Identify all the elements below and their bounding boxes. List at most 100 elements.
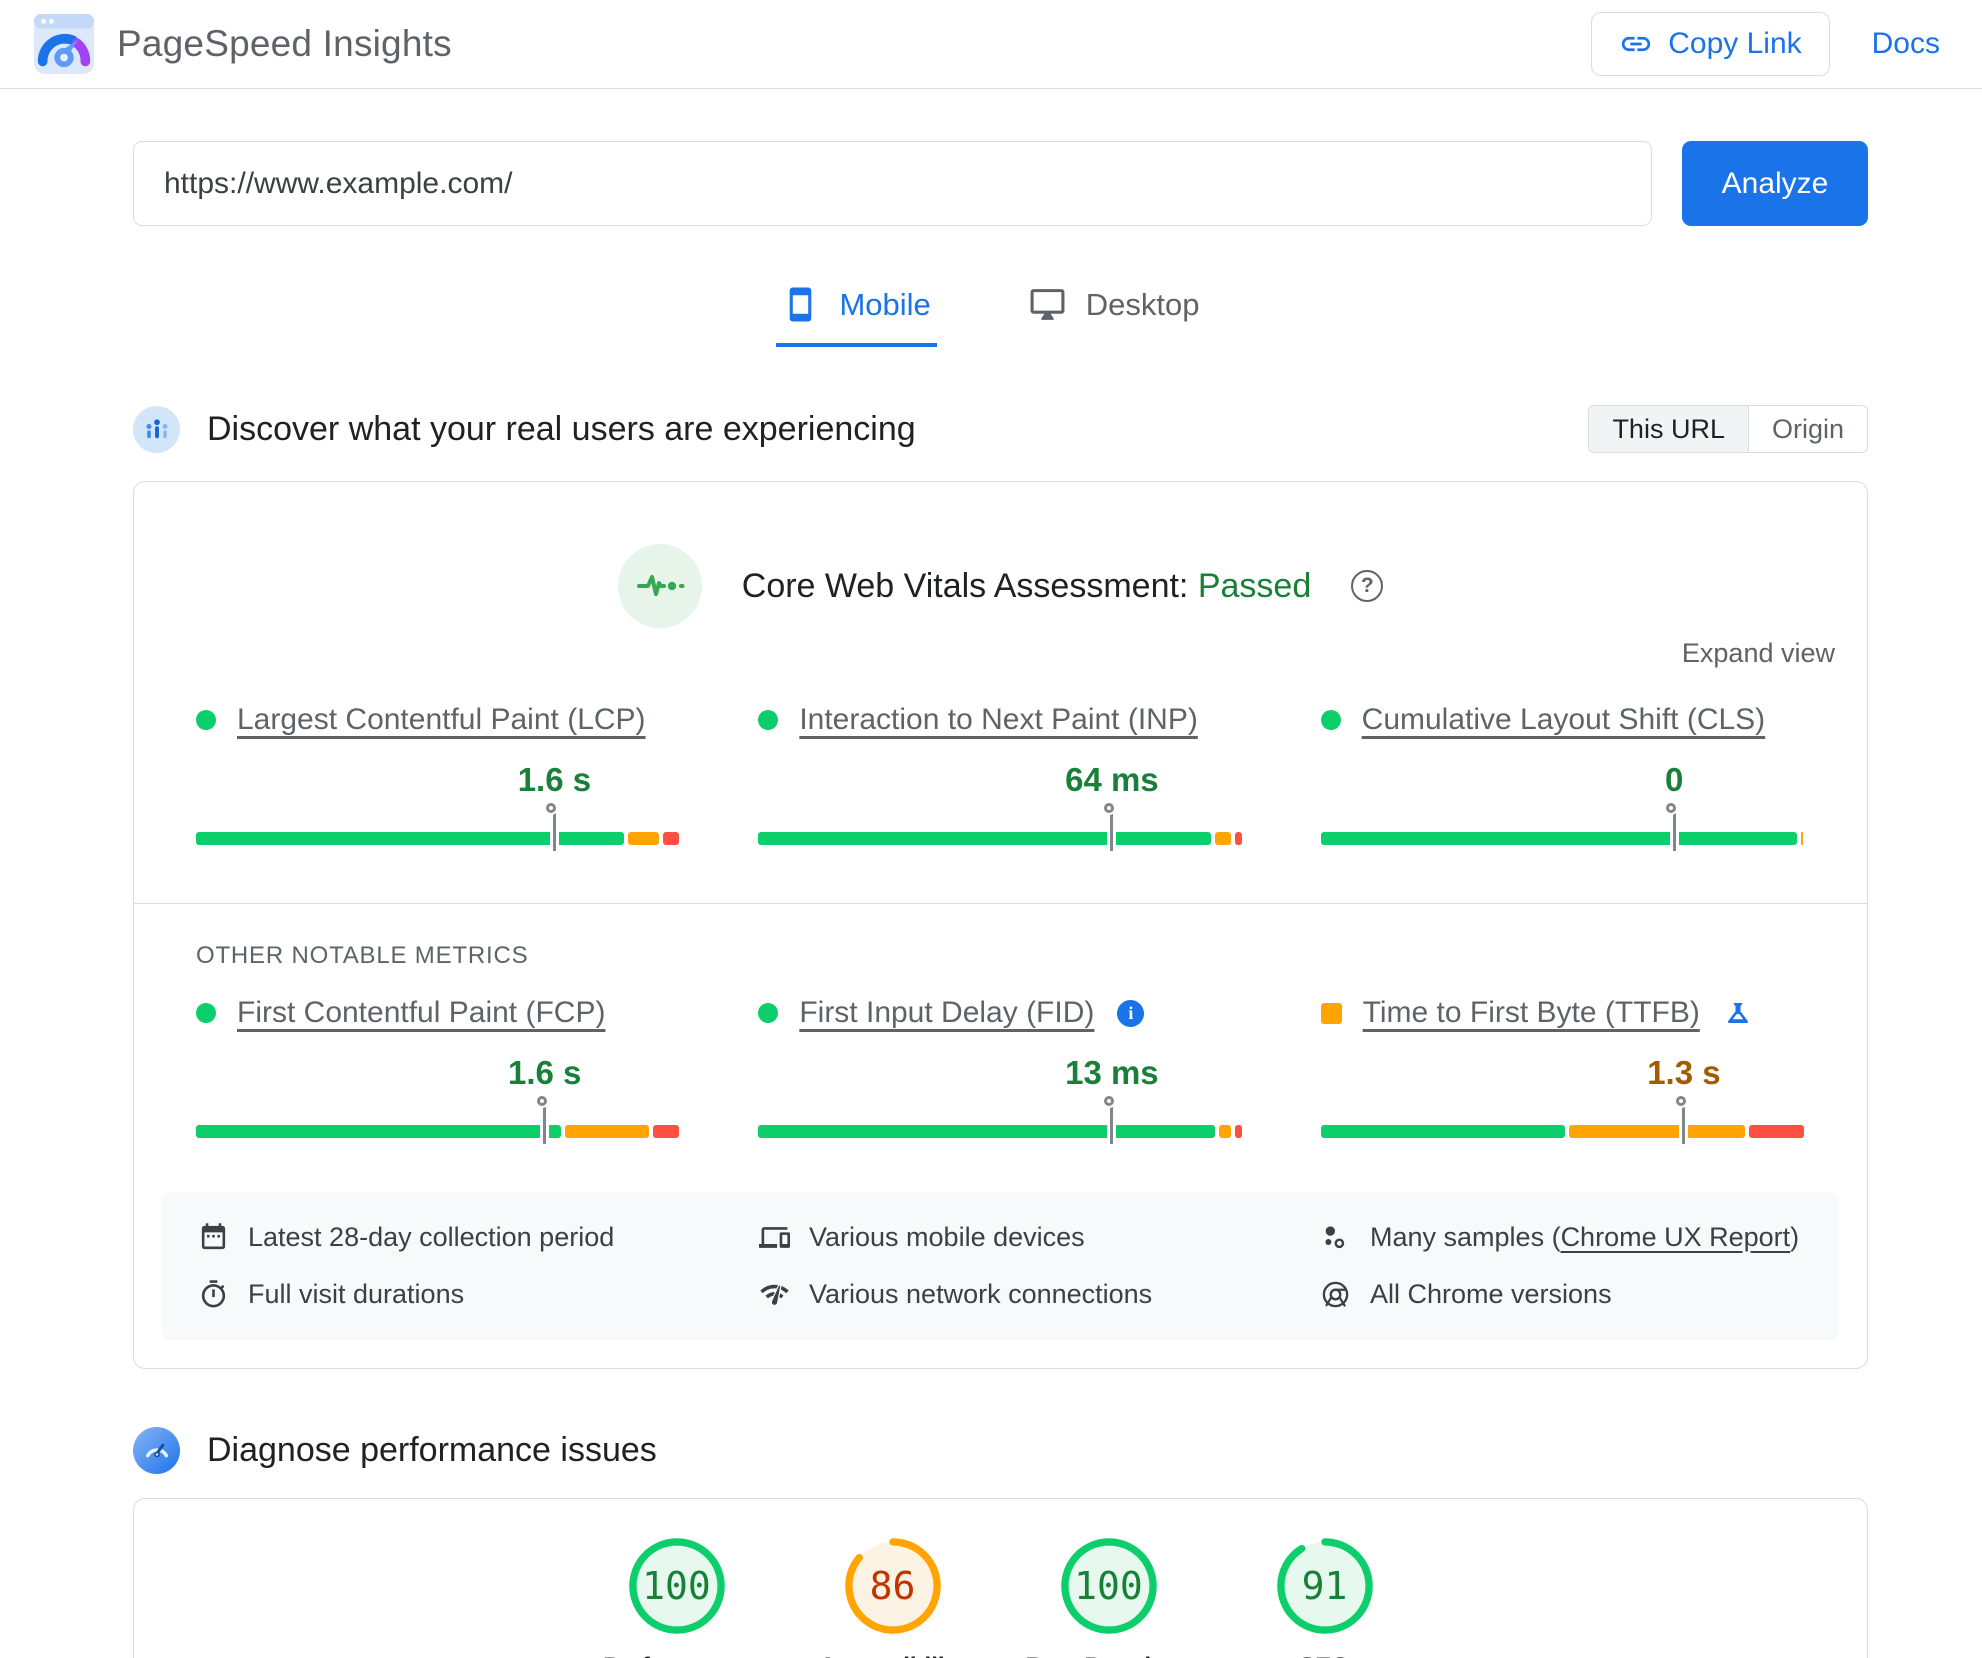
bar-segment-poor bbox=[1234, 832, 1242, 845]
scope-origin-button[interactable]: Origin bbox=[1748, 406, 1867, 452]
green-dot-bullet bbox=[758, 710, 779, 730]
metric-cls-p75-value: 0 bbox=[1665, 761, 1684, 798]
score-value: 100 bbox=[642, 1564, 711, 1608]
real-users-icon bbox=[133, 405, 180, 453]
score-gauge: 100 bbox=[628, 1537, 726, 1635]
metric-lcp-header: Largest Contentful Paint (LCP) bbox=[196, 703, 680, 737]
score-category-label: Performance bbox=[603, 1653, 750, 1658]
marker-stem bbox=[552, 811, 556, 851]
metric-fcp-header: First Contentful Paint (FCP) bbox=[196, 996, 680, 1030]
bar-segment-needs_improvement bbox=[1568, 1125, 1745, 1138]
collection-info-item: Various network connections bbox=[759, 1279, 1242, 1310]
cwv-assessment-result: Passed bbox=[1197, 566, 1312, 605]
metric-inp-p75-value: 64 ms bbox=[1065, 761, 1159, 798]
marker-knob bbox=[1103, 803, 1114, 813]
metric-cls-distribution: 0 bbox=[1320, 737, 1805, 855]
bar-segment-poor bbox=[662, 832, 680, 845]
bar-segment-good bbox=[1320, 1125, 1565, 1138]
metric-inp-bar bbox=[758, 832, 1242, 845]
metric-lcp-link[interactable]: Largest Contentful Paint (LCP) bbox=[237, 703, 646, 737]
tab-desktop-label: Desktop bbox=[1085, 286, 1200, 322]
metric-fcp-link[interactable]: First Contentful Paint (FCP) bbox=[237, 996, 605, 1030]
flask-icon[interactable] bbox=[1723, 998, 1753, 1028]
marker-knob bbox=[1103, 1096, 1114, 1106]
help-icon[interactable]: ? bbox=[1351, 570, 1384, 602]
score-value: 86 bbox=[869, 1564, 916, 1608]
score-performance[interactable]: 100 Performance bbox=[569, 1537, 785, 1658]
metric-fid-header: First Input Delay (FID) i bbox=[758, 996, 1242, 1030]
metric-fcp: First Contentful Paint (FCP) 1.6 s bbox=[196, 996, 680, 1148]
smartphone-icon bbox=[782, 286, 819, 323]
metric-fid: First Input Delay (FID) i 13 ms bbox=[758, 996, 1242, 1148]
metric-inp-distribution: 64 ms bbox=[758, 737, 1242, 855]
other-metrics-grid: First Contentful Paint (FCP) 1.6 s First I… bbox=[134, 996, 1867, 1148]
info-icon[interactable]: i bbox=[1117, 999, 1145, 1027]
scope-this-url-button[interactable]: This URL bbox=[1589, 406, 1749, 452]
score-category-label: Accessibility bbox=[819, 1653, 966, 1658]
core-web-vitals-grid: Largest Contentful Paint (LCP) 1.6 s Inter… bbox=[134, 703, 1867, 855]
metric-lcp-bar bbox=[196, 832, 680, 845]
collection-info-item: Full visit durations bbox=[198, 1279, 681, 1310]
stopwatch-icon bbox=[198, 1279, 229, 1310]
bar-segment-good bbox=[196, 1125, 562, 1138]
collection-info-item: Many samples (Chrome UX Report) bbox=[1320, 1222, 1803, 1253]
metric-fid-bar bbox=[758, 1125, 1242, 1138]
score-value: 100 bbox=[1074, 1564, 1143, 1608]
marker-stem bbox=[1672, 811, 1676, 851]
metric-cls-bar bbox=[1320, 832, 1805, 845]
bar-segment-needs_improvement bbox=[1219, 1125, 1231, 1138]
chrome-ux-report-link[interactable]: Chrome UX Report bbox=[1561, 1222, 1791, 1252]
score-seo[interactable]: 91 SEO bbox=[1217, 1537, 1433, 1658]
collection-info-text: Latest 28-day collection period bbox=[248, 1222, 615, 1252]
expand-view-link[interactable]: Expand view bbox=[1682, 638, 1835, 668]
green-dot-bullet bbox=[196, 710, 216, 730]
collection-info-text: Full visit durations bbox=[248, 1279, 465, 1309]
score-category-label: Best Practices bbox=[1026, 1653, 1191, 1658]
collection-info-text: All Chrome versions bbox=[1370, 1279, 1612, 1309]
collection-info-item: Various mobile devices bbox=[759, 1222, 1242, 1253]
copy-link-label: Copy Link bbox=[1668, 27, 1802, 60]
metric-inp-link[interactable]: Interaction to Next Paint (INP) bbox=[799, 703, 1198, 737]
metric-cls: Cumulative Layout Shift (CLS) 0 bbox=[1320, 703, 1805, 855]
pulse-icon bbox=[617, 544, 702, 628]
marker-knob bbox=[1675, 1096, 1686, 1106]
metric-cls-link[interactable]: Cumulative Layout Shift (CLS) bbox=[1362, 703, 1766, 737]
info-icon[interactable]: i bbox=[1117, 999, 1145, 1027]
green-dot-bullet bbox=[758, 1003, 779, 1023]
url-input[interactable] bbox=[133, 141, 1652, 226]
metric-fid-link[interactable]: First Input Delay (FID) bbox=[799, 996, 1094, 1030]
tab-desktop[interactable]: Desktop bbox=[1023, 276, 1206, 347]
marker-stem bbox=[1110, 811, 1114, 851]
devices-icon bbox=[759, 1222, 790, 1253]
cwv-assessment-label: Core Web Vitals Assessment: bbox=[741, 566, 1189, 605]
metric-ttfb-link[interactable]: Time to First Byte (TTFB) bbox=[1363, 996, 1700, 1030]
metric-fcp-bar bbox=[196, 1125, 680, 1138]
bar-segment-good bbox=[758, 832, 1211, 845]
analyze-button[interactable]: Analyze bbox=[1682, 141, 1868, 226]
copy-link-button[interactable]: Copy Link bbox=[1591, 12, 1830, 76]
cwv-assessment-title: Core Web Vitals Assessment: Passed bbox=[742, 567, 1311, 606]
score-category-label: SEO bbox=[1299, 1653, 1350, 1658]
header-actions: Copy Link Docs bbox=[1591, 12, 1946, 76]
score-accessibility[interactable]: 86 Accessibility bbox=[785, 1537, 1001, 1658]
field-section-header: Discover what your real users are experi… bbox=[133, 405, 1868, 453]
metric-lcp: Largest Contentful Paint (LCP) 1.6 s bbox=[196, 703, 680, 855]
metric-inp-header: Interaction to Next Paint (INP) bbox=[758, 703, 1242, 737]
metric-ttfb-distribution: 1.3 s bbox=[1320, 1030, 1805, 1148]
url-bar: Analyze bbox=[133, 141, 1868, 226]
samples-icon bbox=[1320, 1222, 1351, 1253]
field-data-card: Core Web Vitals Assessment: Passed ? Exp… bbox=[133, 481, 1868, 1369]
collection-info-text: Many samples (Chrome UX Report) bbox=[1370, 1222, 1800, 1252]
collection-info-box: Latest 28-day collection period Various m… bbox=[162, 1192, 1839, 1340]
bar-segment-needs_improvement bbox=[565, 1125, 650, 1138]
expand-view-row: Expand view bbox=[134, 628, 1867, 669]
cwv-assessment-header: Core Web Vitals Assessment: Passed ? bbox=[134, 482, 1867, 628]
category-scores-row: 100 Performance 86 Accessibility 100 Best Pra… bbox=[134, 1499, 1867, 1658]
bar-segment-good bbox=[1320, 832, 1798, 845]
score-best-practices[interactable]: 100 Best Practices bbox=[1001, 1537, 1217, 1658]
lab-section-title: Diagnose performance issues bbox=[207, 1431, 657, 1469]
bar-segment-good bbox=[758, 1125, 1216, 1138]
collection-info-text: Various mobile devices bbox=[809, 1222, 1085, 1252]
tab-mobile[interactable]: Mobile bbox=[776, 276, 937, 347]
docs-link[interactable]: Docs bbox=[1872, 27, 1940, 61]
